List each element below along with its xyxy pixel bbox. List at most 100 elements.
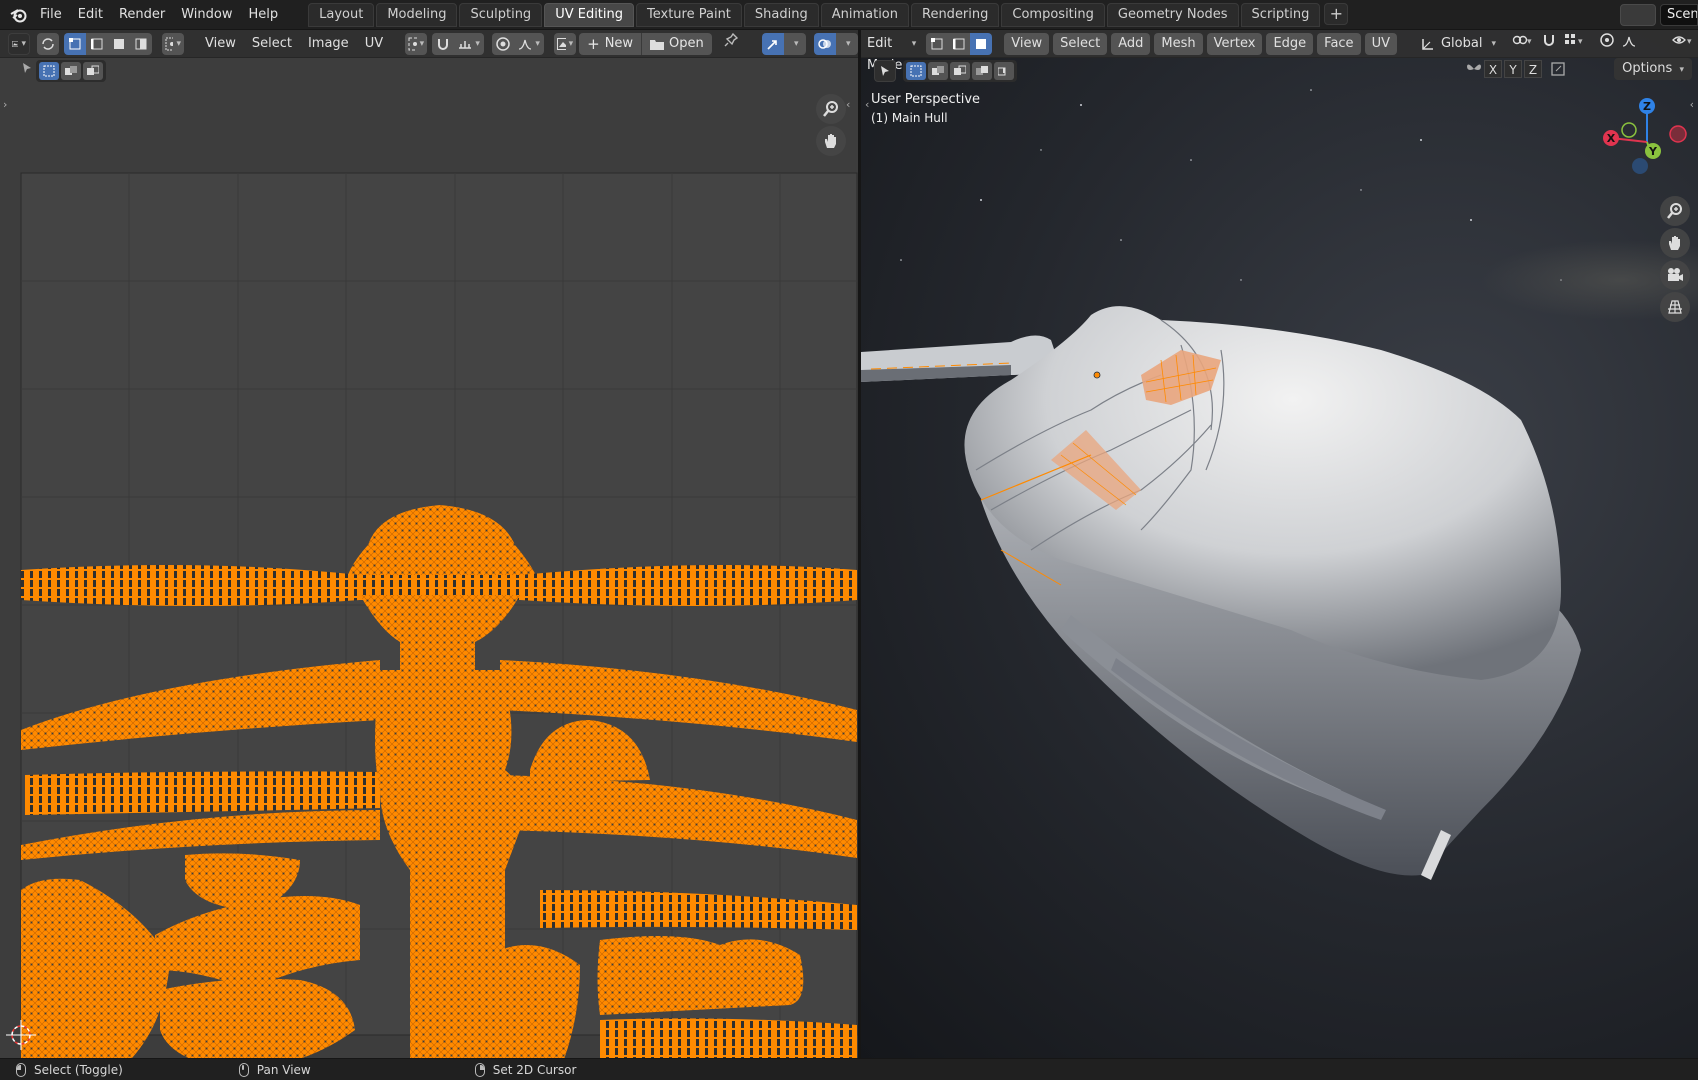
proportional-falloff-dropdown[interactable]: ▾ <box>514 32 545 55</box>
camera-view-button[interactable] <box>1660 260 1690 290</box>
active-tool-icon[interactable] <box>18 60 36 82</box>
new-image-button[interactable]: + New <box>579 32 642 55</box>
vertex-select-button[interactable] <box>64 32 86 55</box>
tab-scripting[interactable]: Scripting <box>1240 2 1321 27</box>
menu-help[interactable]: Help <box>241 2 287 28</box>
viewport-sidebar-arrow-icon[interactable]: ‹ <box>1690 98 1694 111</box>
viewport-scene[interactable] <box>861 30 1698 1058</box>
open-image-button[interactable]: Open <box>641 32 712 55</box>
viewport-menu-view[interactable]: View <box>1004 32 1050 55</box>
vp-select-subtract-button[interactable] <box>950 62 970 80</box>
gizmo-z-handle[interactable]: Z <box>1639 98 1655 114</box>
uv-menu-view[interactable]: View <box>197 33 244 55</box>
viewport-menu-add[interactable]: Add <box>1111 32 1151 55</box>
snap-target-dropdown[interactable]: ▾ <box>454 32 485 55</box>
vp-select-extend-button[interactable] <box>928 62 948 80</box>
show-gizmo-toggle[interactable] <box>761 32 784 55</box>
uv-menu-uv[interactable]: UV <box>357 33 391 55</box>
viewport-proportional-toggle[interactable] <box>1596 32 1618 55</box>
menu-window[interactable]: Window <box>173 2 240 28</box>
sidebar-expand-arrow-icon[interactable]: ‹ <box>846 98 850 111</box>
gizmo-neg-y-icon[interactable] <box>1621 122 1637 138</box>
mirror-z-toggle[interactable]: Z <box>1524 60 1542 78</box>
editor-type-button[interactable]: ▾ <box>8 32 30 55</box>
vp-select-new-button[interactable] <box>906 62 926 80</box>
tab-rendering[interactable]: Rendering <box>911 2 1000 27</box>
tab-modeling[interactable]: Modeling <box>376 2 458 27</box>
menu-edit[interactable]: Edit <box>70 2 111 28</box>
zoom-view-button[interactable] <box>816 94 846 124</box>
menu-file[interactable]: File <box>32 2 70 28</box>
viewport-zoom-button[interactable] <box>1660 196 1690 226</box>
mesh-face-select-button[interactable] <box>970 32 993 55</box>
edge-select-button[interactable] <box>86 32 108 55</box>
gizmo-dropdown[interactable]: ▾ <box>783 32 806 55</box>
tab-texture-paint[interactable]: Texture Paint <box>636 2 742 27</box>
options-dropdown[interactable]: Options ▾ <box>1614 58 1692 80</box>
island-select-button[interactable] <box>130 32 152 55</box>
gizmo-x-handle[interactable]: X <box>1603 130 1619 146</box>
tab-layout[interactable]: Layout <box>308 2 375 27</box>
select-new-button[interactable] <box>39 62 59 80</box>
viewport-falloff-dropdown[interactable] <box>1618 33 1640 55</box>
face-select-button[interactable] <box>108 32 130 55</box>
pivot-point-dropdown[interactable]: ▾ <box>405 32 428 55</box>
3d-viewport[interactable]: Edit Mode▾ View Select Add Mesh Vertex E… <box>861 30 1698 1058</box>
vp-select-invert-button[interactable] <box>972 62 992 80</box>
uv-canvas[interactable] <box>0 30 858 1058</box>
tab-geometry-nodes[interactable]: Geometry Nodes <box>1106 2 1239 27</box>
image-browse-dropdown[interactable]: ▾ <box>554 32 577 55</box>
scene-name-field[interactable]: Scen <box>1660 4 1698 26</box>
toggle-perspective-button[interactable] <box>1660 292 1690 322</box>
viewport-toolbar-arrow-icon[interactable]: ‹ <box>865 98 869 111</box>
mirror-y-toggle[interactable]: Y <box>1504 60 1522 78</box>
viewport-menu-uv[interactable]: UV <box>1364 32 1397 55</box>
viewport-active-tool-icon[interactable] <box>874 60 896 82</box>
select-extend-button[interactable] <box>61 62 81 80</box>
viewport-menu-vertex[interactable]: Vertex <box>1206 32 1263 55</box>
add-workspace-button[interactable]: + <box>1324 2 1349 25</box>
vp-select-intersect-button[interactable] <box>994 62 1014 80</box>
proportional-edit-toggle[interactable] <box>492 32 515 55</box>
viewport-menu-select[interactable]: Select <box>1053 32 1108 55</box>
uv-menu-select[interactable]: Select <box>244 33 300 55</box>
pan-view-button[interactable] <box>816 126 846 156</box>
navigation-gizmo[interactable]: Z X Y <box>1602 94 1692 184</box>
snap-toggle[interactable] <box>432 32 455 55</box>
tab-compositing[interactable]: Compositing <box>1001 2 1105 27</box>
viewport-menu-edge[interactable]: Edge <box>1266 32 1314 55</box>
viewport-pan-button[interactable] <box>1660 228 1690 258</box>
viewport-snap-target-dropdown[interactable]: ▾ <box>1560 33 1590 55</box>
select-subtract-button[interactable] <box>83 62 103 80</box>
scene-browse-button[interactable] <box>1620 4 1656 26</box>
mirror-x-toggle[interactable]: X <box>1484 60 1502 78</box>
tab-shading[interactable]: Shading <box>743 2 819 27</box>
tab-animation[interactable]: Animation <box>820 2 909 27</box>
sync-selection-toggle[interactable] <box>37 32 59 55</box>
edge-mode-icon <box>953 38 965 49</box>
show-overlays-toggle[interactable] <box>813 32 836 55</box>
menu-render[interactable]: Render <box>111 2 173 28</box>
viewport-snap-toggle[interactable] <box>1538 33 1560 55</box>
pin-image-button[interactable] <box>718 32 744 55</box>
blender-logo-icon[interactable] <box>6 2 32 28</box>
gizmo-y-handle[interactable]: Y <box>1645 143 1661 159</box>
visibility-dropdown[interactable]: ▾ <box>1668 33 1698 55</box>
mesh-edge-select-button[interactable] <box>948 32 971 55</box>
transform-orientation-dropdown[interactable]: Global ▾ <box>1413 33 1504 55</box>
viewport-menu-face[interactable]: Face <box>1317 32 1361 55</box>
vp-select-new-icon <box>910 65 922 77</box>
interaction-mode-dropdown[interactable]: Edit Mode▾ <box>861 33 922 73</box>
gizmo-neg-z-icon[interactable] <box>1632 158 1648 174</box>
pivot-dropdown[interactable]: ▾ <box>1508 33 1538 55</box>
overlays-dropdown[interactable]: ▾ <box>835 32 858 55</box>
viewport-menu-mesh[interactable]: Mesh <box>1154 32 1203 55</box>
uv-menu-image[interactable]: Image <box>300 33 357 55</box>
gizmo-neg-x-icon[interactable] <box>1669 125 1687 143</box>
toolbar-expand-arrow-icon[interactable]: › <box>3 98 7 111</box>
mirror-settings-icon[interactable] <box>1550 60 1570 78</box>
sticky-selection-dropdown[interactable]: ▾ <box>162 32 184 55</box>
tab-sculpting[interactable]: Sculpting <box>459 2 543 27</box>
mesh-vertex-select-button[interactable] <box>926 32 949 55</box>
tab-uv-editing[interactable]: UV Editing <box>544 2 635 27</box>
